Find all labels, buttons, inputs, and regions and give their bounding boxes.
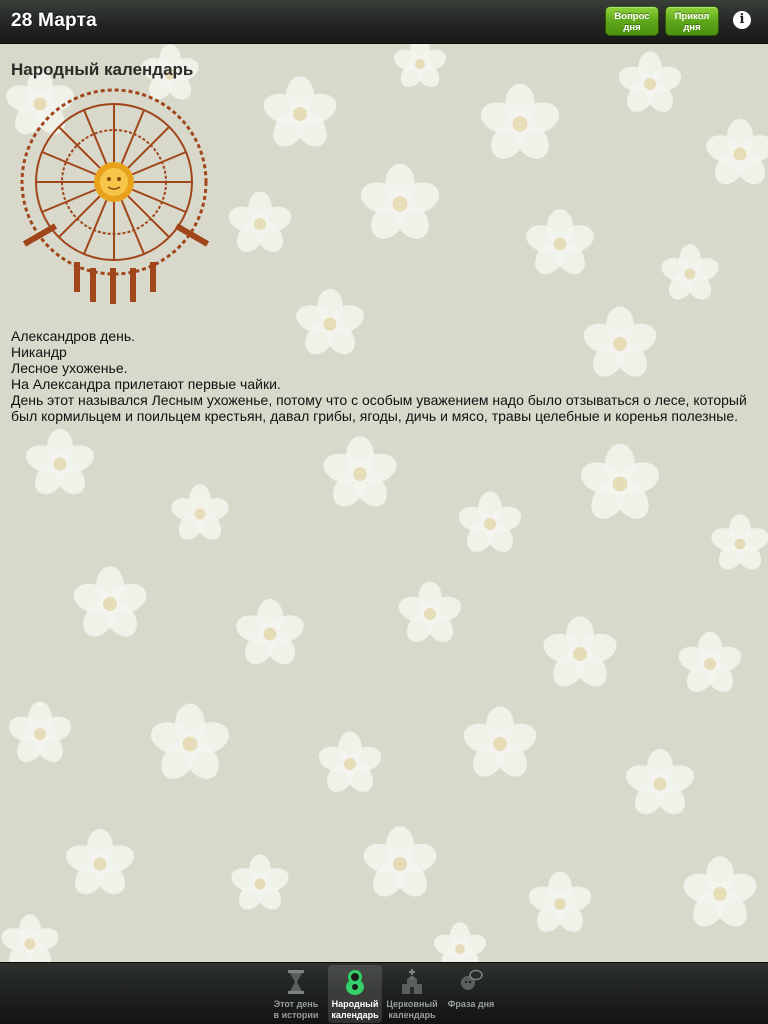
question-of-day-button[interactable]: Вопрос дня: [605, 6, 659, 36]
hourglass-icon: [288, 970, 304, 994]
info-icon[interactable]: i: [733, 11, 751, 29]
date-title: 28 Марта: [11, 10, 97, 31]
description-line-5: День этот назывался Лесным ухоженье, пот…: [11, 392, 747, 424]
tab-folk-calendar[interactable]: Народный календарь: [328, 965, 382, 1023]
content-area: Народный календарь Александров день. Ник…: [0, 44, 768, 962]
matryoshka-icon: [346, 970, 364, 995]
joke-of-day-button[interactable]: Прикол дня: [665, 6, 719, 36]
tab-label-line-2: календарь: [388, 1010, 436, 1020]
tab-phrase-of-day[interactable]: Фраза дня: [444, 965, 498, 1023]
top-navigation-bar: 28 Марта Вопрос дня Прикол дня i: [0, 0, 768, 44]
tab-label-line-1: Этот день: [273, 999, 319, 1009]
church-icon: [402, 969, 422, 994]
speech-bubble-icon: [461, 969, 483, 990]
day-description: Александров день. Никандр Лесное ухожень…: [11, 328, 759, 424]
description-line-1: Александров день.: [11, 328, 136, 344]
joke-of-day-button-label-2: дня: [683, 22, 701, 33]
description-line-3: Лесное ухоженье.: [11, 360, 128, 376]
question-of-day-button-label-2: дня: [623, 22, 641, 33]
tab-church-calendar[interactable]: Церковный календарь: [385, 965, 439, 1023]
question-of-day-button-label-1: Вопрос: [614, 11, 650, 22]
tab-this-day-in-history[interactable]: Этот день в истории: [269, 965, 323, 1023]
sun-zodiac-emblem: [20, 88, 210, 304]
tab-label-line-2: в истории: [273, 1010, 319, 1020]
bottom-tab-bar: Этот день в истории Народный календарь Ц…: [0, 962, 768, 1024]
description-line-2: Никандр: [11, 344, 67, 360]
description-line-4: На Александра прилетают первые чайки.: [11, 376, 281, 392]
tab-label-line-1: Церковный: [386, 999, 438, 1009]
page-heading: Народный календарь: [11, 60, 194, 79]
tab-label-line-1: Фраза дня: [447, 999, 495, 1009]
joke-of-day-button-label-1: Прикол: [674, 11, 710, 22]
